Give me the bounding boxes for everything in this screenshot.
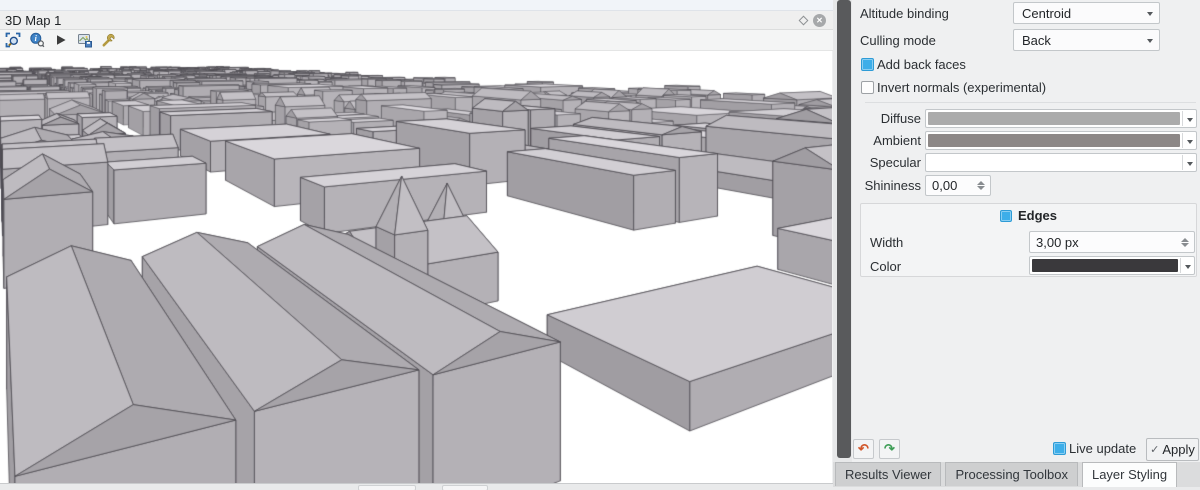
panel-scrollbar-handle[interactable] [837,0,851,458]
specular-color-dropdown[interactable] [1183,154,1196,171]
apply-button-label: Apply [1162,442,1195,457]
edges-title-label: Edges [1018,208,1057,223]
altitude-binding-label: Altitude binding [860,6,949,21]
wrench-icon [101,32,117,48]
map-3d-viewport[interactable] [0,51,832,483]
top-strip [0,0,835,11]
configure-button[interactable] [99,31,118,50]
ambient-color-dropdown[interactable] [1183,132,1196,149]
divider [865,102,1196,103]
play-icon [53,32,69,48]
chevron-down-icon [1147,39,1153,43]
add-back-faces-checkbox[interactable] [861,58,874,71]
animations-button[interactable] [51,31,70,50]
ambient-color-button[interactable] [925,131,1197,150]
shininess-label: Shininess [852,178,921,193]
save-image-button[interactable] [75,31,94,50]
layer-styling-panel: Altitude binding Centroid Culling mode B… [852,0,1200,462]
undo-icon: ↶ [858,441,869,456]
chevron-down-icon [1187,118,1193,122]
spinner-arrows-icon[interactable] [1181,237,1189,248]
bottom-tabbar: Results Viewer Processing Toolbox Layer … [833,462,1200,487]
statusbar-widget [442,485,488,490]
apply-button[interactable]: ✓ Apply [1146,438,1199,461]
statusbar-widget [358,485,416,490]
edges-checkbox[interactable] [1000,210,1012,222]
qgis-window: 3D Map 1 ✕ i [0,0,1200,490]
check-icon: ✓ [1150,443,1159,456]
specular-color-swatch [928,156,1180,169]
live-update-checkbox[interactable] [1053,442,1066,455]
edge-width-spinbox[interactable]: 3,00 px [1029,231,1195,253]
undo-button[interactable]: ↶ [853,439,874,459]
edge-color-button[interactable] [1029,256,1195,275]
diffuse-label: Diffuse [852,111,921,126]
panel-scrollbar-track[interactable] [833,0,852,462]
redo-button[interactable]: ↷ [879,439,900,459]
chevron-down-icon [1187,140,1193,144]
diffuse-color-button[interactable] [925,109,1197,128]
specular-label: Specular [852,155,921,170]
chevron-down-icon [1185,265,1191,269]
map-dock-titlebar: 3D Map 1 ✕ [0,11,833,30]
edge-width-value: 3,00 px [1036,235,1079,251]
zoom-full-button[interactable] [3,31,22,50]
diffuse-color-swatch [928,112,1180,125]
chevron-down-icon [1187,162,1193,166]
edge-width-label: Width [870,235,903,250]
diffuse-color-dropdown[interactable] [1183,110,1196,127]
edge-color-swatch [1032,259,1178,272]
invert-normals-checkbox[interactable] [861,81,874,94]
chevron-down-icon [1147,12,1153,16]
live-update-label: Live update [1069,441,1136,456]
add-back-faces-label: Add back faces [877,57,966,72]
edges-group: Edges Width 3,00 px Color [860,203,1197,277]
altitude-binding-value: Centroid [1022,5,1071,22]
culling-mode-label: Culling mode [860,33,936,48]
culling-mode-value: Back [1022,32,1051,49]
tab-layer-styling[interactable]: Layer Styling [1082,462,1177,487]
shininess-spinbox[interactable]: 0,00 [925,175,991,196]
zoom-full-icon [5,32,21,48]
map-toolbar: i [0,30,833,51]
identify-button[interactable]: i [27,31,46,50]
close-icon[interactable]: ✕ [813,14,826,27]
ambient-color-swatch [928,134,1180,147]
spinner-arrows-icon[interactable] [977,180,985,191]
float-dock-icon[interactable] [799,16,809,26]
shininess-value: 0,00 [932,178,957,194]
identify-icon: i [29,32,45,48]
specular-color-button[interactable] [925,153,1197,172]
invert-normals-label: Invert normals (experimental) [877,80,1046,95]
ambient-label: Ambient [852,133,921,148]
altitude-binding-select[interactable]: Centroid [1013,2,1160,24]
save-image-icon [77,32,93,48]
edge-color-dropdown[interactable] [1181,257,1194,274]
tab-processing-toolbox[interactable]: Processing Toolbox [945,462,1078,486]
edges-group-title: Edges [861,208,1196,223]
redo-icon: ↷ [884,441,895,456]
tab-results-viewer[interactable]: Results Viewer [835,462,941,486]
edge-color-label: Color [870,259,901,274]
culling-mode-select[interactable]: Back [1013,29,1160,51]
map-dock-title: 3D Map 1 [5,12,61,29]
